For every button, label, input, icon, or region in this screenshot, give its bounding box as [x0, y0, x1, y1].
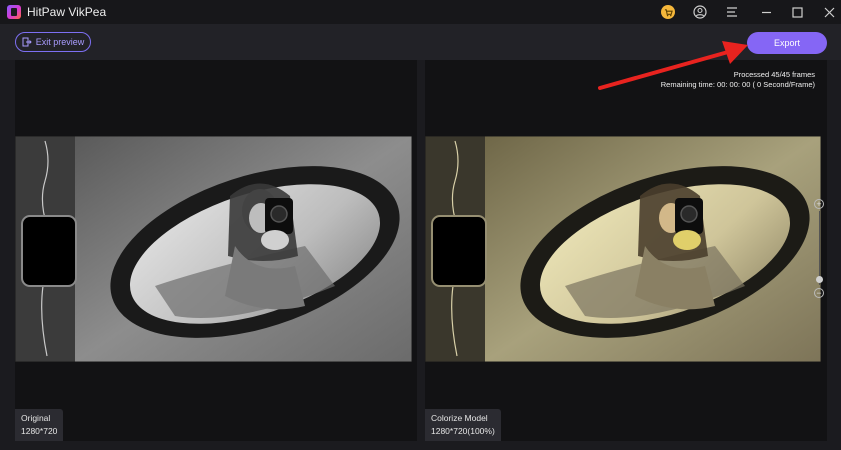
app-title: HitPaw VikPea [27, 5, 107, 19]
app-logo-icon [7, 5, 21, 19]
zoom-in-icon[interactable]: + [814, 199, 824, 209]
maximize-button[interactable] [785, 2, 809, 22]
zoom-control: + − [814, 199, 826, 299]
zoom-slider-handle[interactable] [816, 276, 823, 283]
colorized-preview-panel: Processed 45/45 frames Remaining time: 0… [425, 60, 827, 441]
maximize-icon [791, 6, 803, 18]
colorized-label: Colorize Model [431, 413, 488, 423]
menu-icon [727, 7, 737, 17]
colorized-frame [425, 136, 821, 362]
export-label: Export [773, 38, 800, 48]
close-icon [824, 7, 834, 17]
zoom-out-icon[interactable]: − [814, 288, 824, 298]
remaining-time-text: Remaining time: 00: 00: 00 ( 0 Second/Fr… [660, 80, 815, 89]
zoom-slider-track[interactable] [819, 211, 820, 285]
user-icon [693, 5, 707, 19]
original-frame [15, 136, 412, 362]
colorized-label-box: Colorize Model 1280*720(100%) [425, 409, 501, 441]
exit-preview-label: Exit preview [35, 37, 85, 47]
exit-icon [22, 37, 32, 47]
colorized-image [425, 136, 821, 362]
original-label-box: Original 1280*720 [15, 409, 64, 441]
original-preview-panel: Original 1280*720 [15, 60, 417, 441]
minimize-icon [761, 11, 771, 13]
preview-toolbar: Exit preview Export [0, 24, 841, 60]
colorized-resolution: 1280*720(100%) [431, 426, 495, 436]
processing-status: Processed 45/45 frames Remaining time: 0… [661, 70, 815, 90]
bottom-strip [0, 441, 841, 450]
processed-frames-text: Processed 45/45 frames [733, 70, 815, 79]
account-button[interactable] [688, 2, 712, 22]
exit-preview-button[interactable]: Exit preview [15, 32, 91, 52]
cart-button[interactable] [656, 2, 680, 22]
original-label: Original [21, 413, 51, 423]
title-bar: HitPaw VikPea [0, 0, 841, 24]
minimize-button[interactable] [754, 2, 778, 22]
close-button[interactable] [817, 2, 841, 22]
original-resolution: 1280*720 [21, 426, 58, 436]
cart-icon [661, 5, 675, 19]
original-image [15, 136, 412, 362]
menu-button[interactable] [720, 2, 744, 22]
export-button[interactable]: Export [747, 32, 827, 54]
